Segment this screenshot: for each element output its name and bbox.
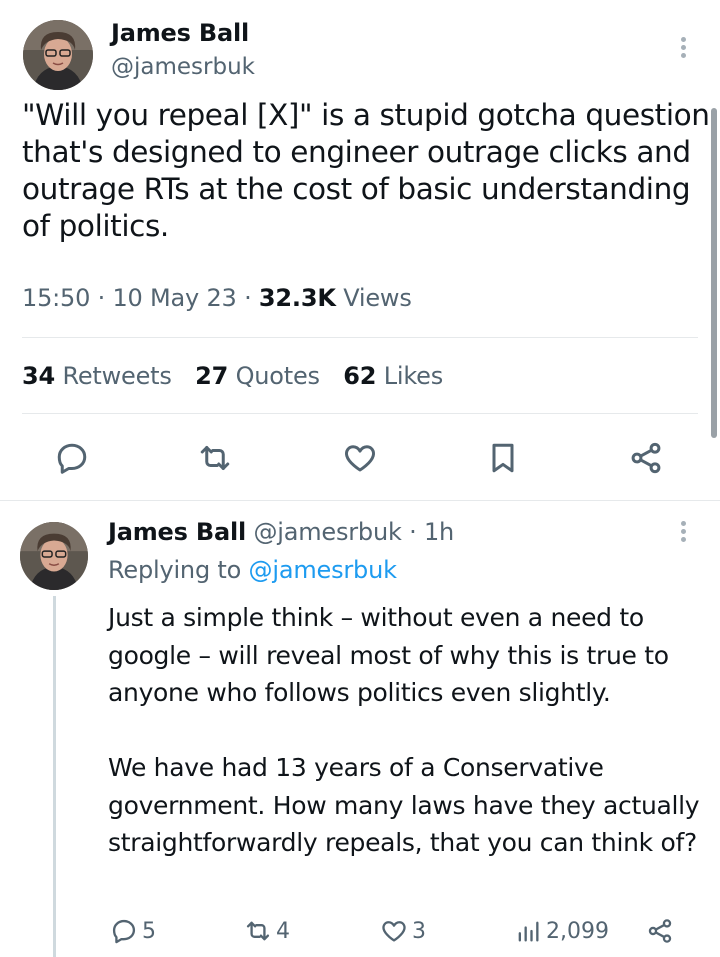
reply-reply-button[interactable]: 5 [110,915,156,947]
reply-like-button[interactable]: 3 [380,915,426,947]
meta-separator: · [244,284,259,312]
header-separator: · [401,518,424,546]
reply-share-button[interactable] [646,915,678,947]
more-options-icon[interactable] [676,36,692,60]
likes-count: 62 [343,362,377,390]
reply-time[interactable]: 1h [424,518,454,546]
section-separator [0,500,720,501]
views-label: Views [343,284,412,312]
reply-views-button[interactable]: 2,099 [514,915,609,947]
views-count: 2,099 [546,918,609,944]
reply-button[interactable] [54,440,90,476]
likes-label: Likes [383,362,444,390]
share-icon [631,442,661,474]
retweets-stat[interactable]: 34 Retweets [22,362,172,390]
replying-to: Replying to @jamesrbuk [108,556,397,584]
retweets-count: 34 [22,362,55,390]
retweets-label: Retweets [62,362,172,390]
likes-stat[interactable]: 62 Likes [343,362,443,390]
like-icon [345,445,375,472]
reply-author-avatar[interactable] [20,522,88,590]
views-icon [518,921,539,942]
quotes-label: Quotes [235,362,320,390]
reply-paragraph: Just a simple think – without even a nee… [108,603,669,707]
reply-icon [57,443,87,474]
share-button[interactable] [628,440,664,476]
engagement-stats: 34 Retweets 27 Quotes 62 Likes [22,362,459,390]
retweet-button[interactable] [197,440,233,476]
like-button[interactable] [342,440,378,476]
quotes-stat[interactable]: 27 Quotes [195,362,320,390]
reply-retweet-button[interactable]: 4 [244,915,290,947]
views-count: 32.3K [258,284,336,312]
scrollbar[interactable] [711,108,717,438]
like-count: 3 [412,918,426,944]
reply-more-options-icon[interactable] [676,520,692,544]
retweet-icon [200,446,230,470]
retweet-count: 4 [276,918,290,944]
bookmark-icon [492,443,514,473]
thread-line [53,596,56,957]
author-name[interactable]: James Ball [111,19,249,47]
reply-header: James Ball @jamesrbuk · 1h [108,518,454,546]
tweet-text: "Will you repeal [X]" is a stupid gotcha… [22,98,710,243]
divider [22,337,698,338]
author-avatar[interactable] [23,20,93,90]
author-handle[interactable]: @jamesrbuk [111,54,255,80]
reply-count: 5 [142,918,156,944]
like-icon [382,921,406,942]
replying-mention-link[interactable]: @jamesrbuk [249,556,397,584]
tweet-meta: 15:50 · 10 May 23 · 32.3K Views [22,284,412,312]
retweet-icon [246,921,270,941]
replying-prefix: Replying to [108,556,242,584]
reply-icon [112,919,136,944]
meta-separator: · [97,284,113,312]
tweet-time[interactable]: 15:50 [22,284,90,312]
reply-author-handle[interactable]: @jamesrbuk [253,518,401,546]
reply-text: Just a simple think – without even a nee… [108,599,708,862]
divider [22,413,698,414]
reply-paragraph: We have had 13 years of a Conservative g… [108,753,700,857]
share-icon [648,919,672,943]
reply-author-name[interactable]: James Ball [108,518,246,546]
tweet-date[interactable]: 10 May 23 [112,284,236,312]
bookmark-button[interactable] [485,440,521,476]
quotes-count: 27 [195,362,229,390]
